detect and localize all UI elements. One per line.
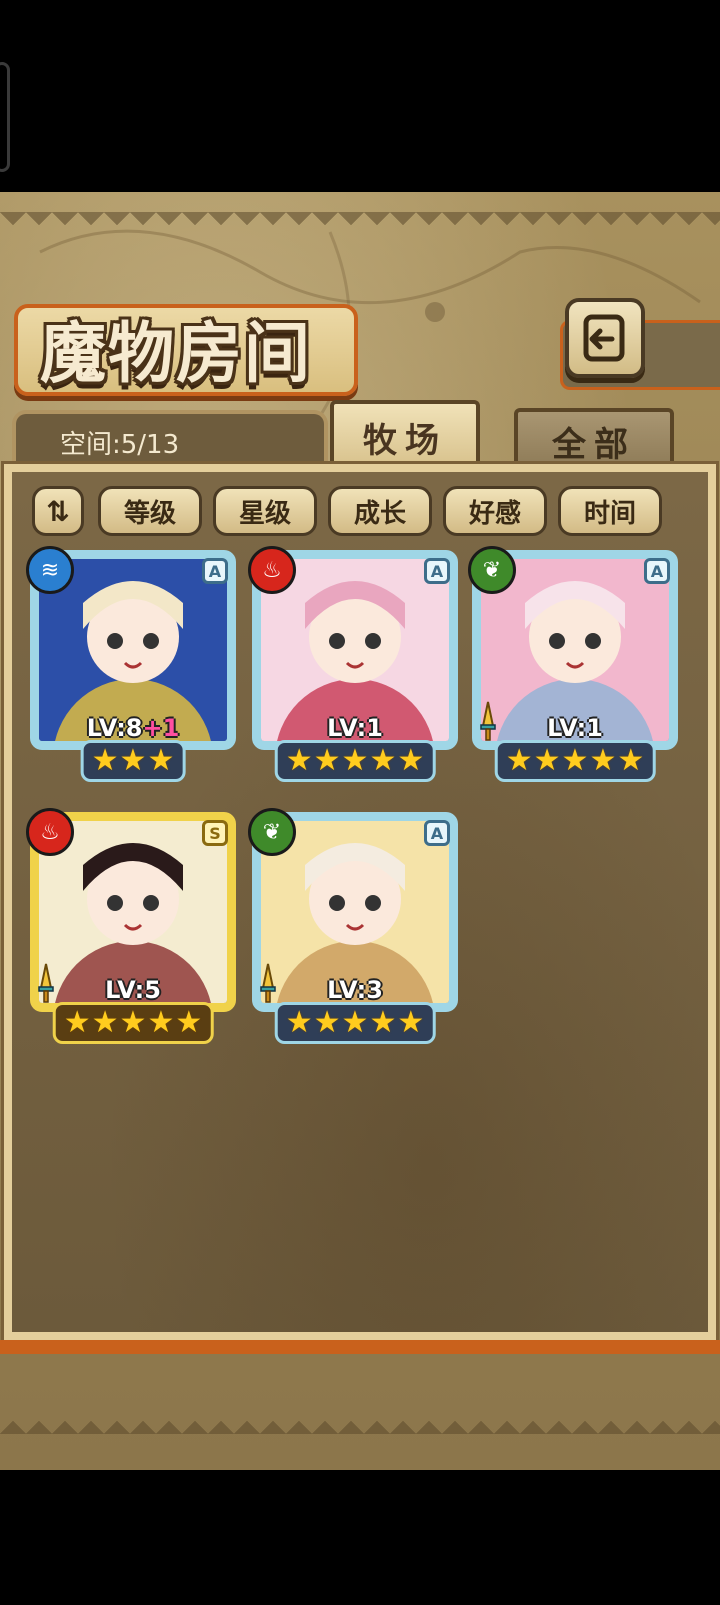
monster-level: LV:8+1 — [30, 714, 236, 742]
sort-by-growth-button[interactable]: 成长 — [328, 486, 432, 536]
sort-by-star-button[interactable]: 星级 — [213, 486, 317, 536]
star-icon: ★ — [285, 743, 313, 778]
star-icon: ★ — [533, 743, 561, 778]
rank-badge: A — [424, 558, 450, 584]
tab-all[interactable]: 全部 — [514, 408, 674, 470]
star-icon: ★ — [369, 743, 397, 778]
tab-ranch[interactable]: 牧场 — [330, 400, 480, 470]
star-icon: ★ — [63, 1005, 91, 1040]
star-icon: ★ — [119, 1005, 147, 1040]
fire-element-icon: ♨ — [26, 808, 74, 856]
level-bonus: +1 — [142, 714, 180, 742]
star-icon: ★ — [561, 743, 589, 778]
water-element-icon: ≋ — [26, 546, 74, 594]
rank-badge: A — [202, 558, 228, 584]
star-icon: ★ — [91, 1005, 119, 1040]
star-icon: ★ — [341, 743, 369, 778]
star-icon: ★ — [589, 743, 617, 778]
monster-card[interactable]: ♨ S LV:5 ★ ★ ★ ★ ★ — [26, 808, 236, 1054]
leaf-element-icon: ❦ — [468, 546, 516, 594]
monster-level: LV:1 — [472, 714, 678, 742]
monster-level: LV:5 — [30, 976, 236, 1004]
monster-card[interactable]: ≋ A LV:8+1 ★ ★ ★ — [26, 546, 236, 792]
star-icon: ★ — [505, 743, 533, 778]
monster-level: LV:1 — [252, 714, 458, 742]
star-icon: ★ — [313, 1005, 341, 1040]
star-icon: ★ — [397, 743, 425, 778]
star-rating: ★ ★ ★ ★ ★ — [494, 740, 656, 782]
sort-by-affection-button[interactable]: 好感 — [443, 486, 547, 536]
star-rating: ★ ★ ★ ★ ★ — [274, 740, 436, 782]
sort-by-level-button[interactable]: 等级 — [98, 486, 202, 536]
monster-card[interactable]: ❦ A LV:1 ★ ★ ★ ★ ★ — [468, 546, 678, 792]
star-icon: ★ — [369, 1005, 397, 1040]
monster-card[interactable]: ❦ A LV:3 ★ ★ ★ ★ ★ — [248, 808, 458, 1054]
sort-bar: ⇅ 等级 星级 成长 好感 时间 — [32, 486, 682, 536]
star-icon: ★ — [617, 743, 645, 778]
leaf-element-icon: ❦ — [248, 808, 296, 856]
star-icon: ★ — [147, 743, 175, 778]
space-capacity: 空间:5/13 — [60, 430, 180, 460]
top-sawtooth-border — [0, 212, 720, 238]
sort-by-time-button[interactable]: 时间 — [558, 486, 662, 536]
sort-order-toggle[interactable]: ⇅ — [32, 486, 84, 536]
level-text: LV:1 — [547, 714, 603, 742]
screen-edge-handle — [0, 62, 10, 172]
star-icon: ★ — [285, 1005, 313, 1040]
star-rating: ★ ★ ★ — [80, 740, 186, 782]
star-icon: ★ — [119, 743, 147, 778]
star-icon: ★ — [91, 743, 119, 778]
rank-badge: A — [644, 558, 670, 584]
level-text: LV:5 — [105, 976, 161, 1004]
fire-element-icon: ♨ — [248, 546, 296, 594]
star-icon: ★ — [147, 1005, 175, 1040]
rank-badge: A — [424, 820, 450, 846]
bottom-sawtooth-border — [0, 1408, 720, 1434]
star-rating: ★ ★ ★ ★ ★ — [52, 1002, 214, 1044]
back-button[interactable] — [565, 298, 645, 378]
star-rating: ★ ★ ★ ★ ★ — [274, 1002, 436, 1044]
level-text: LV:8 — [86, 714, 143, 742]
sort-order-icon: ⇅ — [46, 494, 70, 528]
level-text: LV:3 — [327, 976, 383, 1004]
star-icon: ★ — [175, 1005, 203, 1040]
rank-badge: S — [202, 820, 228, 846]
page-title: 魔物房间 — [40, 314, 312, 392]
star-icon: ★ — [397, 1005, 425, 1040]
panel-bottom-trim — [0, 1340, 720, 1354]
back-arrow-icon — [583, 314, 625, 362]
level-text: LV:1 — [327, 714, 383, 742]
star-icon: ★ — [341, 1005, 369, 1040]
monster-level: LV:3 — [252, 976, 458, 1004]
monster-card[interactable]: ♨ A LV:1 ★ ★ ★ ★ ★ — [248, 546, 458, 792]
star-icon: ★ — [313, 743, 341, 778]
